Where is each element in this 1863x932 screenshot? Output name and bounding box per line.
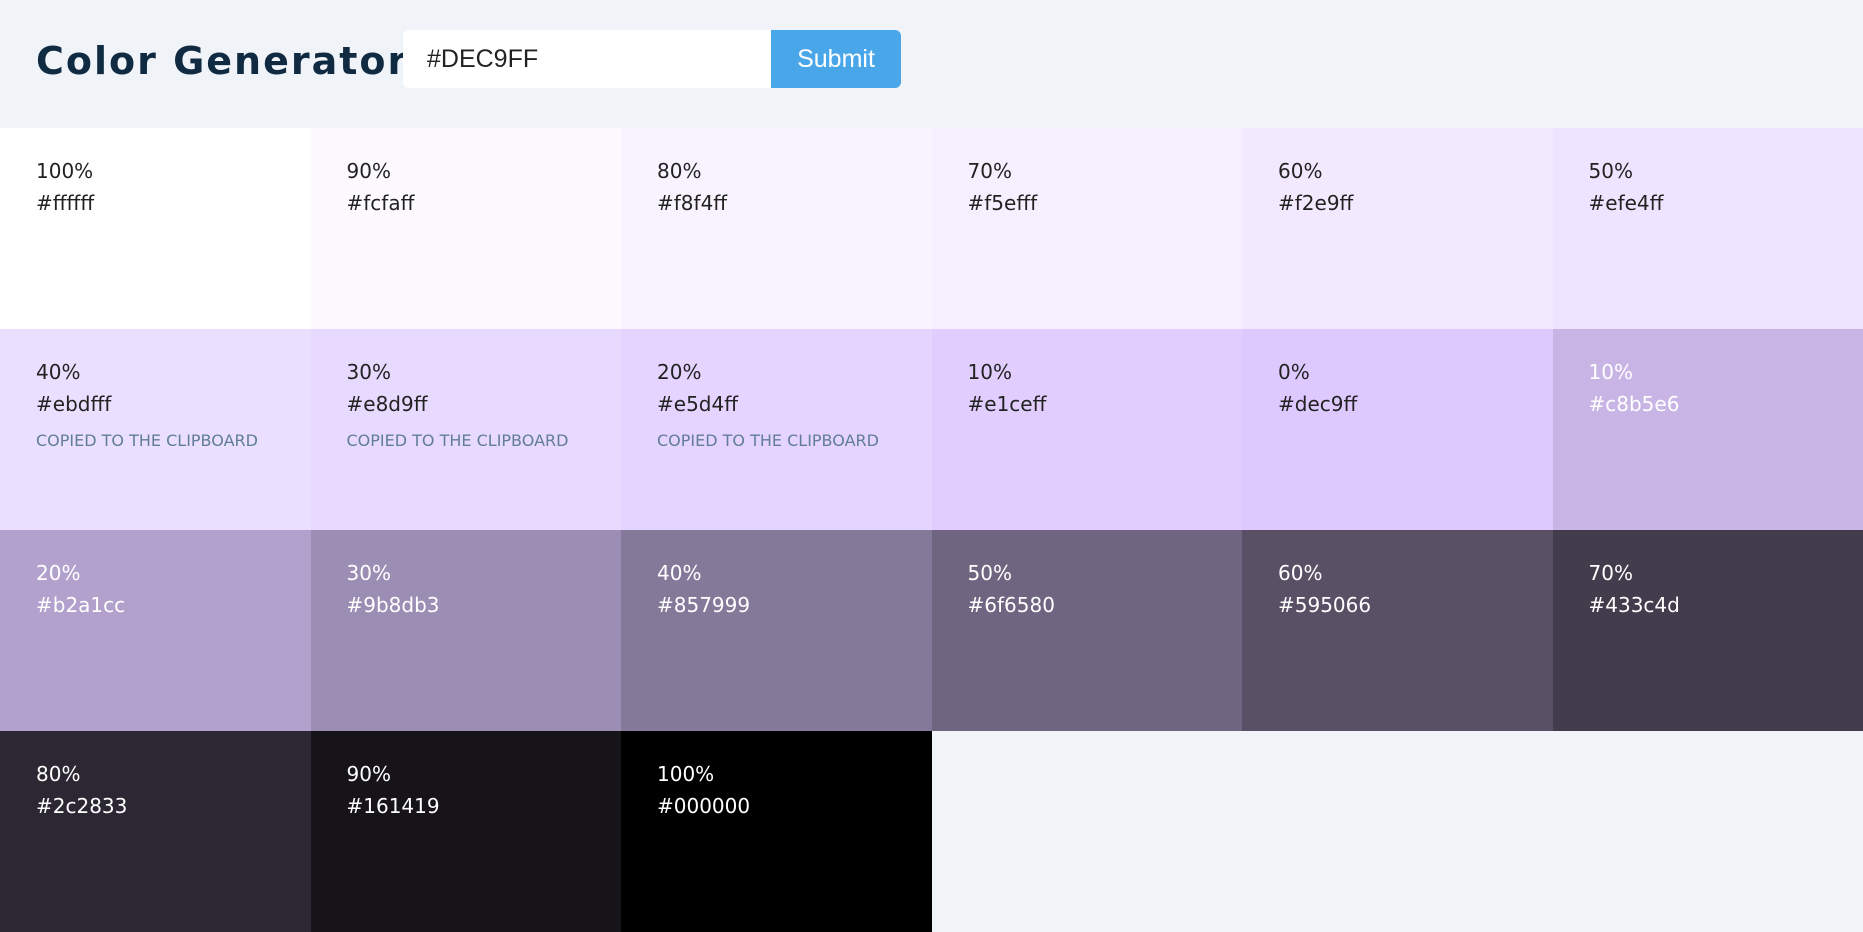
color-swatch[interactable]: 0%#dec9ff bbox=[1242, 329, 1553, 530]
color-swatch[interactable]: 90%#fcfaff bbox=[311, 128, 622, 329]
swatch-percent: 90% bbox=[347, 758, 586, 790]
color-swatch[interactable]: 20%#b2a1cc bbox=[0, 530, 311, 731]
swatch-hex: #f8f4ff bbox=[657, 187, 896, 219]
color-swatch[interactable]: 80%#f8f4ff bbox=[621, 128, 932, 329]
swatch-hex: #6f6580 bbox=[968, 589, 1207, 621]
color-form: Submit bbox=[403, 30, 901, 88]
swatch-hex: #595066 bbox=[1278, 589, 1517, 621]
color-swatch[interactable]: 40%#857999 bbox=[621, 530, 932, 731]
swatch-percent: 70% bbox=[968, 155, 1207, 187]
color-swatch[interactable]: 70%#f5efff bbox=[932, 128, 1243, 329]
swatch-percent: 20% bbox=[657, 356, 896, 388]
swatch-percent: 100% bbox=[36, 155, 275, 187]
swatch-hex: #9b8db3 bbox=[347, 589, 586, 621]
color-swatch[interactable]: 100%#ffffff bbox=[0, 128, 311, 329]
swatch-percent: 30% bbox=[347, 557, 586, 589]
swatch-percent: 0% bbox=[1278, 356, 1517, 388]
swatch-percent: 40% bbox=[657, 557, 896, 589]
swatch-hex: #857999 bbox=[657, 589, 896, 621]
swatch-percent: 90% bbox=[347, 155, 586, 187]
color-swatch[interactable]: 30%#9b8db3 bbox=[311, 530, 622, 731]
swatch-hex: #e8d9ff bbox=[347, 388, 586, 420]
color-swatch-grid: 100%#ffffff90%#fcfaff80%#f8f4ff70%#f5eff… bbox=[0, 128, 1863, 926]
color-swatch[interactable]: 70%#433c4d bbox=[1553, 530, 1863, 731]
swatch-hex: #c8b5e6 bbox=[1589, 388, 1828, 420]
color-swatch[interactable]: 10%#e1ceff bbox=[932, 329, 1243, 530]
swatch-percent: 60% bbox=[1278, 155, 1517, 187]
app-title: Color Generator bbox=[36, 36, 408, 86]
color-swatch[interactable]: 90%#161419 bbox=[311, 731, 622, 932]
swatch-hex: #fcfaff bbox=[347, 187, 586, 219]
swatch-percent: 30% bbox=[347, 356, 586, 388]
swatch-hex: #f2e9ff bbox=[1278, 187, 1517, 219]
submit-button[interactable]: Submit bbox=[771, 30, 901, 88]
swatch-percent: 10% bbox=[968, 356, 1207, 388]
swatch-hex: #433c4d bbox=[1589, 589, 1828, 621]
copied-alert: COPIED TO THE CLIPBOARD bbox=[36, 430, 275, 452]
swatch-percent: 50% bbox=[968, 557, 1207, 589]
color-swatch[interactable]: 80%#2c2833 bbox=[0, 731, 311, 932]
swatch-percent: 80% bbox=[657, 155, 896, 187]
color-swatch[interactable]: 60%#595066 bbox=[1242, 530, 1553, 731]
swatch-hex: #dec9ff bbox=[1278, 388, 1517, 420]
swatch-hex: #ffffff bbox=[36, 187, 275, 219]
color-swatch[interactable]: 50%#6f6580 bbox=[932, 530, 1243, 731]
swatch-percent: 80% bbox=[36, 758, 275, 790]
color-swatch[interactable]: 10%#c8b5e6 bbox=[1553, 329, 1863, 530]
swatch-percent: 20% bbox=[36, 557, 275, 589]
color-swatch[interactable]: 20%#e5d4ff COPIED TO THE CLIPBOARD bbox=[621, 329, 932, 530]
swatch-hex: #e1ceff bbox=[968, 388, 1207, 420]
swatch-percent: 100% bbox=[657, 758, 896, 790]
swatch-hex: #161419 bbox=[347, 790, 586, 822]
swatch-hex: #e5d4ff bbox=[657, 388, 896, 420]
color-swatch[interactable]: 40%#ebdfff COPIED TO THE CLIPBOARD bbox=[0, 329, 311, 530]
color-swatch[interactable]: 100%#000000 bbox=[621, 731, 932, 932]
swatch-hex: #f5efff bbox=[968, 187, 1207, 219]
swatch-percent: 70% bbox=[1589, 557, 1828, 589]
color-swatch[interactable]: 50%#efe4ff bbox=[1553, 128, 1863, 329]
color-swatch[interactable]: 60%#f2e9ff bbox=[1242, 128, 1553, 329]
copied-alert: COPIED TO THE CLIPBOARD bbox=[347, 430, 586, 452]
color-input[interactable] bbox=[403, 30, 771, 88]
swatch-hex: #ebdfff bbox=[36, 388, 275, 420]
swatch-hex: #b2a1cc bbox=[36, 589, 275, 621]
swatch-percent: 10% bbox=[1589, 356, 1828, 388]
copied-alert: COPIED TO THE CLIPBOARD bbox=[657, 430, 896, 452]
color-swatch[interactable]: 30%#e8d9ff COPIED TO THE CLIPBOARD bbox=[311, 329, 622, 530]
swatch-hex: #2c2833 bbox=[36, 790, 275, 822]
swatch-hex: #efe4ff bbox=[1589, 187, 1828, 219]
swatch-percent: 60% bbox=[1278, 557, 1517, 589]
swatch-hex: #000000 bbox=[657, 790, 896, 822]
swatch-percent: 50% bbox=[1589, 155, 1828, 187]
header: Color Generator Submit bbox=[0, 0, 1863, 128]
swatch-percent: 40% bbox=[36, 356, 275, 388]
